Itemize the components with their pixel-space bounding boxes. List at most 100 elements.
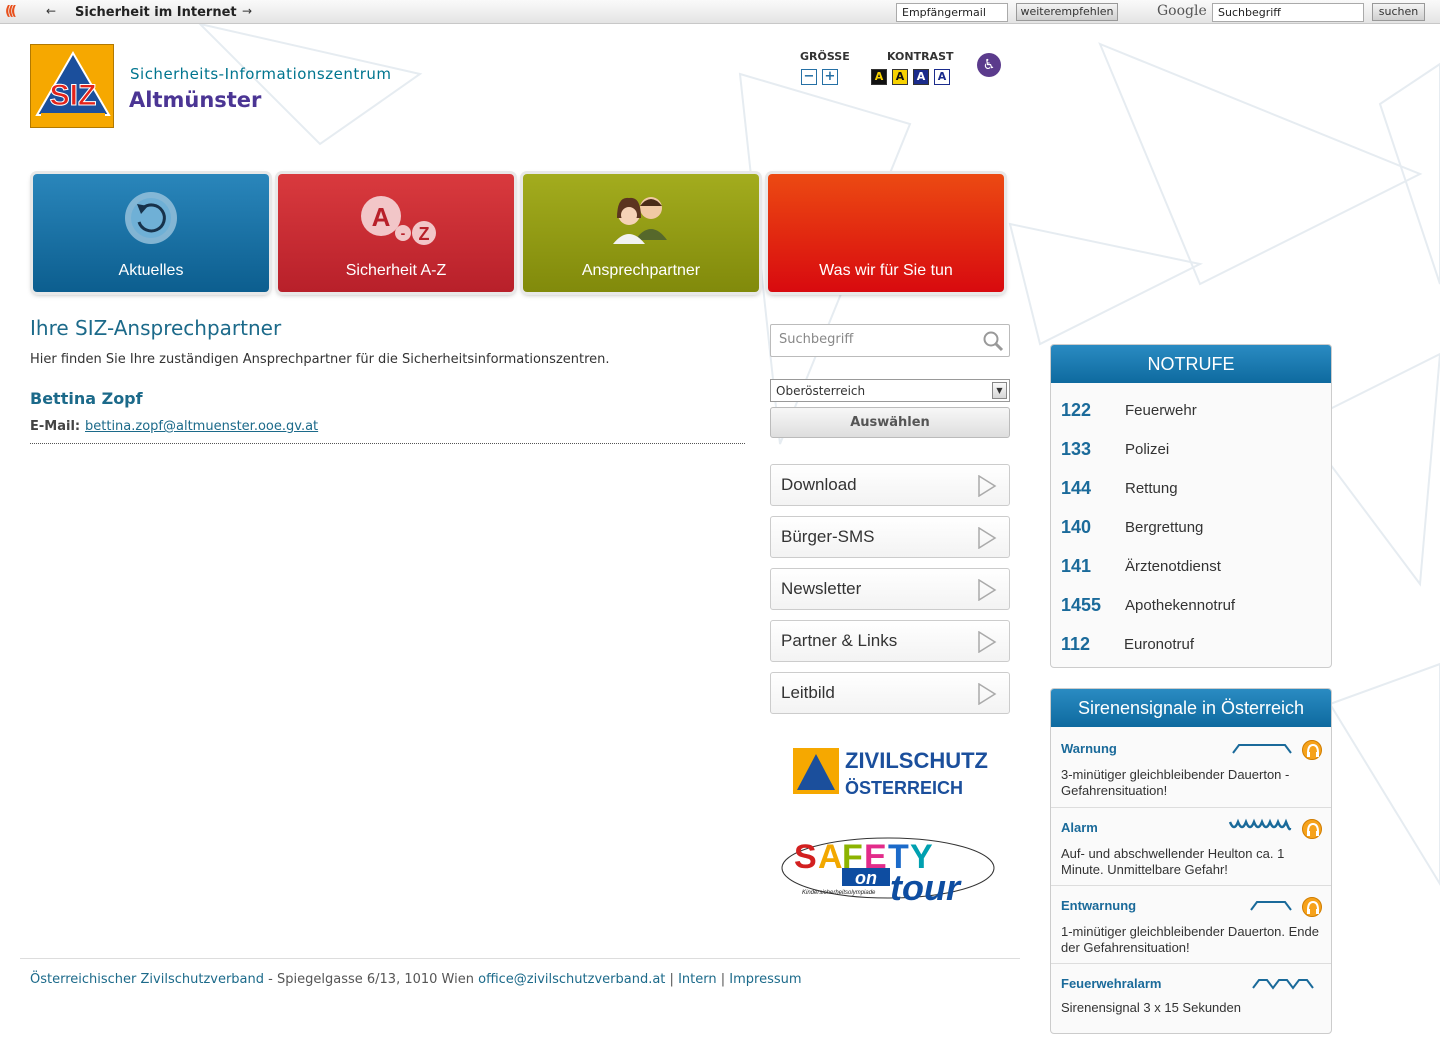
siren-item-alarm: Alarm Auf- und abschwellender Heulton ca… bbox=[1051, 807, 1331, 885]
notruf-number[interactable]: 141 bbox=[1061, 556, 1091, 577]
footer-address: Spiegelgasse 6/13, 1010 Wien bbox=[277, 972, 474, 987]
choose-region-button[interactable]: Auswählen bbox=[770, 407, 1010, 438]
contrast-default-button[interactable]: A bbox=[934, 69, 950, 85]
region-select-value: Oberösterreich bbox=[776, 384, 866, 398]
contrast-black-on-yellow-button[interactable]: A bbox=[892, 69, 908, 85]
font-size-decrease-button[interactable]: − bbox=[801, 69, 817, 85]
siren-description: Sirenensignal 3 x 15 Sekunden bbox=[1061, 1000, 1241, 1015]
speaker-icon[interactable] bbox=[1302, 819, 1322, 839]
notruf-number[interactable]: 112 bbox=[1061, 634, 1090, 655]
google-search-input[interactable]: Suchbegriff bbox=[1212, 3, 1364, 22]
org-subtitle: Sicherheits-Informationszentrum bbox=[130, 65, 392, 83]
footer-impressum-link[interactable]: Impressum bbox=[729, 972, 801, 987]
svg-text:on: on bbox=[855, 868, 877, 888]
siren-name: Alarm bbox=[1061, 820, 1098, 835]
sirens-panel: Sirenensignale in Österreich Warnung 3-m… bbox=[1050, 688, 1332, 1034]
tile-aktuelles-label: Aktuelles bbox=[118, 262, 184, 279]
siren-item-warnung: Warnung 3-minütiger gleichbleibender Dau… bbox=[1051, 729, 1331, 807]
zivilschutz-logo-line1: ZIVILSCHUTZ bbox=[845, 748, 988, 773]
recommend-button[interactable]: weiterempfehlen bbox=[1016, 3, 1118, 21]
site-search-input[interactable]: Suchbegriff bbox=[770, 324, 1010, 357]
footer-intern-link[interactable]: Intern bbox=[678, 972, 717, 987]
recipient-email-input[interactable]: Empfängermail bbox=[896, 3, 1008, 22]
link-buerger-sms-label: Bürger-SMS bbox=[781, 527, 875, 546]
footer-dash: - bbox=[264, 972, 277, 987]
speaker-icon[interactable] bbox=[1302, 740, 1322, 760]
notruf-number[interactable]: 122 bbox=[1061, 400, 1091, 421]
chevron-down-icon[interactable]: ▼ bbox=[992, 382, 1007, 399]
toolbar-title: Sicherheit im Internet bbox=[75, 5, 237, 20]
play-arrow-icon bbox=[978, 475, 997, 497]
svg-text:S: S bbox=[794, 838, 816, 876]
accessibility-icon[interactable]: ♿ bbox=[977, 53, 1001, 77]
people-icon bbox=[613, 197, 667, 244]
link-buerger-sms[interactable]: Bürger-SMS bbox=[770, 516, 1010, 558]
notruf-label: Ärztenotdienst bbox=[1125, 558, 1221, 575]
tile-sicherheit-a-z-label: Sicherheit A-Z bbox=[345, 262, 447, 279]
notruf-number[interactable]: 140 bbox=[1061, 517, 1091, 538]
forward-arrow-icon[interactable]: → bbox=[242, 4, 252, 18]
top-toolbar: ((( ← Sicherheit im Internet → Empfänger… bbox=[0, 0, 1440, 24]
contact-email-link[interactable]: bettina.zopf@altmuenster.ooe.gv.at bbox=[85, 419, 318, 434]
notruf-label: Rettung bbox=[1125, 480, 1178, 497]
notruf-number[interactable]: 1455 bbox=[1061, 595, 1101, 616]
back-arrow-icon[interactable]: ← bbox=[46, 4, 56, 18]
google-search-button[interactable]: suchen bbox=[1372, 3, 1425, 21]
link-leitbild[interactable]: Leitbild bbox=[770, 672, 1010, 714]
play-arrow-icon bbox=[978, 527, 997, 549]
size-label: GRÖSSE bbox=[800, 50, 850, 63]
tile-was-wir-tun[interactable]: Was wir für Sie tun bbox=[768, 174, 1004, 292]
tile-aktuelles[interactable]: Aktuelles bbox=[33, 174, 269, 292]
svg-text:A: A bbox=[818, 838, 842, 876]
svg-text:-: - bbox=[401, 225, 406, 241]
siren-description: 1-minütiger gleichbleibender Dauerton. E… bbox=[1061, 924, 1319, 955]
contrast-yellow-on-black-button[interactable]: A bbox=[871, 69, 887, 85]
search-icon[interactable] bbox=[982, 330, 1004, 352]
link-partner-links-label: Partner & Links bbox=[781, 631, 898, 650]
notrufe-title: NOTRUFE bbox=[1051, 345, 1331, 383]
contrast-label: KONTRAST bbox=[887, 50, 954, 63]
siren-description: Auf- und abschwellender Heulton ca. 1 Mi… bbox=[1061, 846, 1285, 877]
speaker-icon[interactable] bbox=[1302, 897, 1322, 917]
link-download-label: Download bbox=[781, 475, 857, 494]
zivilschutz-logo[interactable]: ZIVILSCHUTZ ÖSTERREICH bbox=[793, 746, 993, 798]
safety-logo-subtitle: Kindersicherheitsolympiade bbox=[802, 890, 876, 896]
svg-text:Z: Z bbox=[419, 224, 430, 244]
notruf-label: Bergrettung bbox=[1125, 519, 1204, 536]
tile-was-wir-tun-label: Was wir für Sie tun bbox=[819, 262, 953, 279]
notruf-label: Polizei bbox=[1125, 441, 1170, 458]
link-newsletter-label: Newsletter bbox=[781, 579, 862, 598]
siren-item-feuerwehralarm: Feuerwehralarm Sirenensignal 3 x 15 Seku… bbox=[1051, 963, 1331, 1033]
intro-text: Hier finden Sie Ihre zuständigen Ansprec… bbox=[30, 352, 610, 367]
safety-on-tour-logo[interactable]: S A F E T Y on tour Kindersicherheitsoly… bbox=[778, 830, 1004, 910]
notruf-number[interactable]: 144 bbox=[1061, 478, 1091, 499]
siren-item-entwarnung: Entwarnung 1-minütiger gleichbleibender … bbox=[1051, 885, 1331, 963]
font-size-increase-button[interactable]: + bbox=[822, 69, 838, 85]
notruf-label: Feuerwehr bbox=[1125, 402, 1197, 419]
tile-sicherheit-a-z[interactable]: A - Z Sicherheit A-Z bbox=[278, 174, 514, 292]
link-partner-links[interactable]: Partner & Links bbox=[770, 620, 1010, 662]
footer: Österreichischer Zivilschutzverband - Sp… bbox=[30, 972, 802, 987]
divider bbox=[30, 443, 745, 444]
contrast-white-on-blue-button[interactable]: A bbox=[913, 69, 929, 85]
footer-email-link[interactable]: office@zivilschutzverband.at bbox=[478, 972, 665, 987]
region-select[interactable]: Oberösterreich ▼ bbox=[770, 379, 1010, 402]
toolbar-logo-icon[interactable]: ((( bbox=[5, 4, 17, 19]
siz-logo[interactable]: SIZ bbox=[30, 44, 114, 128]
refresh-icon bbox=[125, 192, 177, 244]
siren-wave-icon bbox=[1250, 901, 1292, 911]
a-z-icon: A - Z bbox=[361, 196, 436, 245]
link-download[interactable]: Download bbox=[770, 464, 1010, 506]
svg-text:A: A bbox=[372, 202, 391, 232]
siren-wave-icon bbox=[1228, 818, 1292, 831]
svg-text:tour: tour bbox=[890, 867, 962, 908]
zivilschutz-logo-line2: ÖSTERREICH bbox=[845, 778, 963, 798]
tile-ansprechpartner[interactable]: Ansprechpartner bbox=[523, 174, 759, 292]
notruf-number[interactable]: 133 bbox=[1061, 439, 1091, 460]
org-name: Altmünster bbox=[129, 88, 262, 112]
footer-divider bbox=[20, 958, 1020, 959]
siren-wave-icon bbox=[1232, 744, 1292, 754]
link-newsletter[interactable]: Newsletter bbox=[770, 568, 1010, 610]
siren-name: Warnung bbox=[1061, 741, 1117, 756]
footer-org-link[interactable]: Österreichischer Zivilschutzverband bbox=[30, 972, 264, 987]
